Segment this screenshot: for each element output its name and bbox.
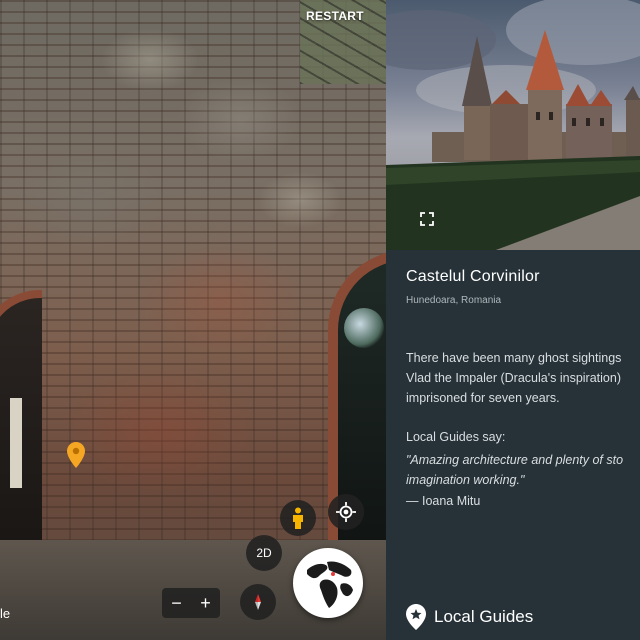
fullscreen-icon xyxy=(420,212,434,226)
local-guides-link[interactable]: Local Guides xyxy=(406,604,533,630)
quote-line: "Amazing architecture and plenty of sto xyxy=(406,453,624,467)
description-line: There have been many ghost sightings xyxy=(406,351,622,365)
local-guides-heading: Local Guides say: xyxy=(406,430,506,444)
place-details: Castelul Corvinilor Hunedoara, Romania T… xyxy=(406,268,640,508)
compass-button[interactable] xyxy=(240,584,276,620)
my-location-icon xyxy=(336,502,356,522)
quote-author: — Ioana Mitu xyxy=(406,494,481,508)
location-pin-icon[interactable] xyxy=(67,442,85,468)
compass-icon xyxy=(255,594,261,610)
place-info-panel: Castelul Corvinilor Hunedoara, Romania T… xyxy=(386,0,640,640)
restart-button[interactable]: RESTART xyxy=(306,9,364,23)
local-guides-label: Local Guides xyxy=(434,607,534,626)
quote-line: imagination working." xyxy=(406,473,525,487)
google-logo-fragment: le xyxy=(0,606,11,621)
zoom-out-button[interactable]: − xyxy=(171,588,182,618)
pegman-icon xyxy=(293,507,303,529)
place-title: Castelul Corvinilor xyxy=(406,268,540,285)
pegman-button[interactable] xyxy=(280,500,316,536)
street-view-panorama[interactable]: RESTART 2D − + le xyxy=(0,0,386,640)
guide-quote: "Amazing architecture and plenty of sto … xyxy=(406,450,640,490)
globe-icon xyxy=(296,551,360,615)
globe-button[interactable] xyxy=(293,548,363,618)
local-guides-icon xyxy=(406,604,426,630)
left-archway xyxy=(0,290,42,560)
place-description: There have been many ghost sightings Vla… xyxy=(406,348,640,408)
description-line: Vlad the Impaler (Dracula's inspiration) xyxy=(406,371,621,385)
zoom-in-button[interactable]: + xyxy=(200,588,211,618)
fullscreen-button[interactable] xyxy=(419,211,435,227)
place-subtitle: Hunedoara, Romania xyxy=(406,295,502,306)
2d-toggle-button[interactable]: 2D xyxy=(246,535,282,571)
my-location-button[interactable] xyxy=(328,494,364,530)
description-line: imprisoned for seven years. xyxy=(406,391,560,405)
zoom-control: − + xyxy=(162,588,220,618)
place-photo[interactable] xyxy=(386,0,640,250)
